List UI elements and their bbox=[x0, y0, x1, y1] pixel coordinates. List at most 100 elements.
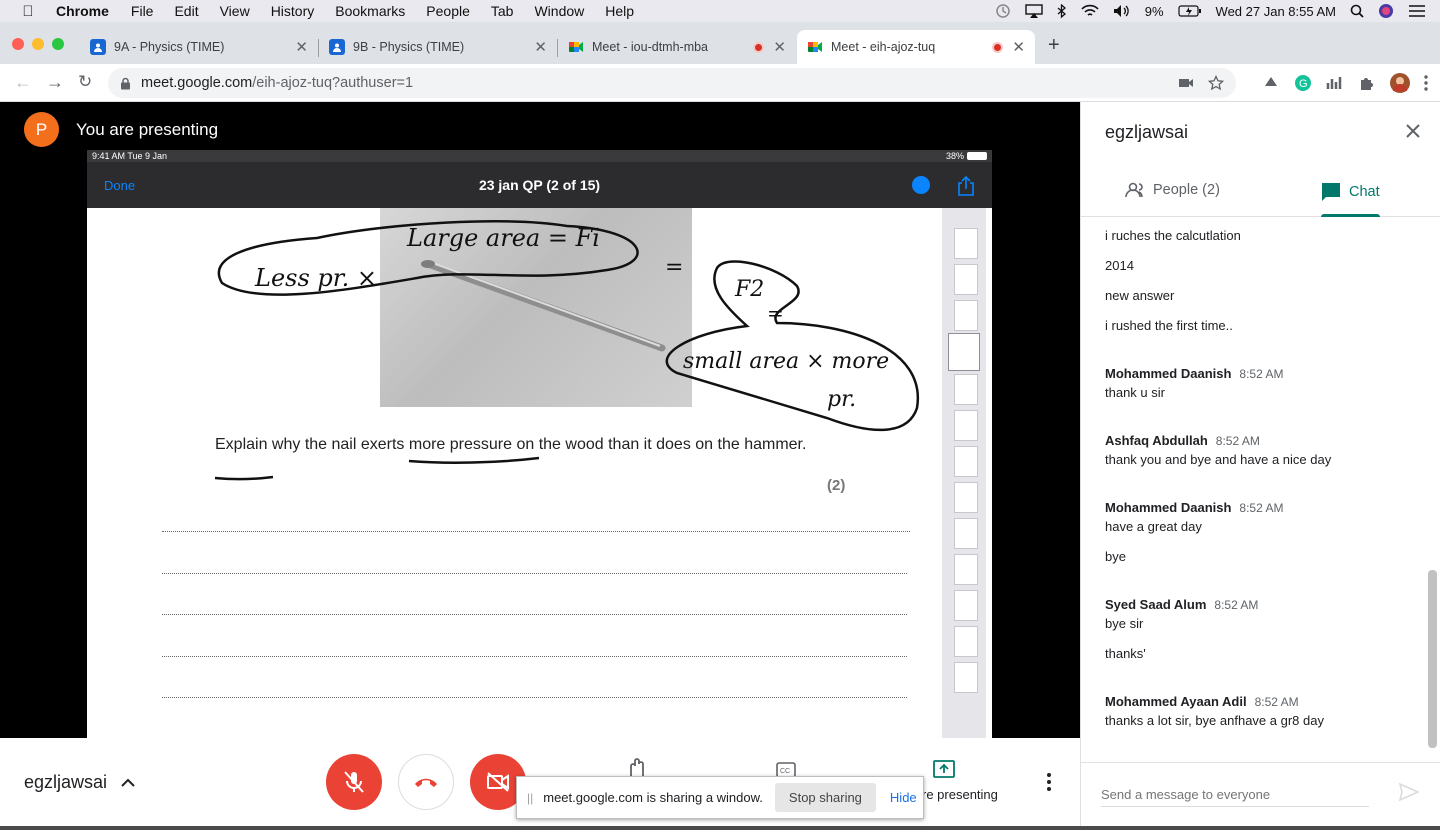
hang-up-icon bbox=[415, 778, 437, 787]
page-thumbnail[interactable] bbox=[954, 590, 978, 621]
tab-title: Meet - eih-ajoz-tuq bbox=[831, 40, 936, 54]
control-center-icon[interactable] bbox=[1408, 4, 1426, 18]
tab-people-label: People (2) bbox=[1153, 182, 1220, 198]
menu-file[interactable]: File bbox=[131, 3, 154, 19]
address-bar[interactable]: meet.google.com/eih-ajoz-tuq?authuser=1 bbox=[108, 68, 1236, 98]
leave-call-button[interactable] bbox=[398, 754, 454, 810]
close-panel-icon[interactable] bbox=[1406, 124, 1420, 138]
zoom-window-button[interactable] bbox=[52, 38, 64, 50]
menu-view[interactable]: View bbox=[220, 3, 250, 19]
svg-text:F2: F2 bbox=[734, 277, 764, 302]
spotlight-search-icon[interactable] bbox=[1350, 4, 1364, 18]
battery-percent: 9% bbox=[1144, 3, 1164, 19]
tab-chat[interactable]: Chat bbox=[1321, 182, 1380, 217]
page-thumbnails[interactable] bbox=[942, 208, 986, 740]
time-machine-icon[interactable] bbox=[995, 3, 1011, 19]
browser-tab-active[interactable]: Meet - eih-ajoz-tuq ✕ bbox=[797, 30, 1035, 64]
new-tab-button[interactable]: + bbox=[1048, 34, 1060, 57]
siri-icon[interactable] bbox=[1378, 3, 1394, 19]
chrome-menu-icon[interactable] bbox=[1424, 75, 1428, 91]
menu-people[interactable]: People bbox=[426, 3, 470, 19]
camera-in-use-icon[interactable] bbox=[1178, 77, 1194, 89]
panel-tabs: People (2) Chat bbox=[1081, 172, 1440, 217]
mic-off-button[interactable] bbox=[326, 754, 382, 810]
chat-sender: Mohammed Ayaan Adil bbox=[1105, 694, 1247, 709]
tab-chat-label: Chat bbox=[1349, 184, 1380, 200]
airplay-icon[interactable] bbox=[1025, 4, 1043, 18]
page-thumbnail[interactable] bbox=[954, 518, 978, 549]
grammarly-icon[interactable]: G bbox=[1294, 74, 1312, 92]
browser-tab[interactable]: Meet - iou-dtmh-mba ✕ bbox=[558, 30, 796, 64]
bookmark-star-icon[interactable] bbox=[1208, 75, 1224, 91]
menu-window[interactable]: Window bbox=[534, 3, 584, 19]
raise-hand-icon[interactable] bbox=[626, 758, 648, 778]
present-screen-icon[interactable] bbox=[933, 760, 955, 778]
menu-app-name[interactable]: Chrome bbox=[56, 3, 109, 19]
lock-icon[interactable] bbox=[120, 77, 131, 90]
send-icon[interactable] bbox=[1399, 783, 1419, 801]
svg-text:G: G bbox=[1299, 78, 1308, 90]
close-tab-icon[interactable]: ✕ bbox=[295, 38, 308, 56]
more-options-icon[interactable] bbox=[1047, 773, 1051, 791]
page-thumbnail[interactable] bbox=[954, 554, 978, 585]
page-thumbnail[interactable] bbox=[954, 264, 978, 295]
wifi-icon[interactable] bbox=[1081, 4, 1099, 18]
shared-screen: 9:41 AM Tue 9 Jan 38% Done 23 jan QP (2 … bbox=[87, 150, 992, 740]
menu-bookmarks[interactable]: Bookmarks bbox=[335, 3, 405, 19]
chat-message-input[interactable] bbox=[1101, 783, 1369, 807]
close-tab-icon[interactable]: ✕ bbox=[773, 38, 786, 56]
page-thumbnail-selected[interactable] bbox=[948, 333, 980, 371]
stop-sharing-button[interactable]: Stop sharing bbox=[774, 783, 876, 812]
ipad-done-button[interactable]: Done bbox=[104, 178, 135, 193]
chat-message: i ruches the calcutlation bbox=[1105, 228, 1241, 243]
page-thumbnail[interactable] bbox=[954, 300, 978, 331]
presenting-header: P You are presenting bbox=[24, 112, 218, 147]
sharing-message: meet.google.com is sharing a window. bbox=[543, 790, 763, 805]
chat-message: have a great day bbox=[1105, 519, 1202, 534]
chat-message: bye bbox=[1105, 549, 1126, 564]
page-thumbnail[interactable] bbox=[954, 482, 978, 513]
menubar-clock[interactable]: Wed 27 Jan 8:55 AM bbox=[1216, 4, 1336, 19]
tab-title: 9B - Physics (TIME) bbox=[353, 40, 465, 54]
drag-handle-icon[interactable]: || bbox=[527, 791, 533, 805]
profile-avatar-icon[interactable] bbox=[1390, 73, 1410, 93]
reload-icon[interactable]: ↻ bbox=[78, 72, 92, 92]
tab-people[interactable]: People (2) bbox=[1125, 182, 1220, 198]
close-tab-icon[interactable]: ✕ bbox=[1012, 38, 1025, 56]
meet-icon bbox=[807, 39, 823, 55]
chat-time: 8:52 AM bbox=[1239, 501, 1284, 515]
apple-menu-icon[interactable]:  bbox=[0, 3, 56, 20]
volume-icon[interactable] bbox=[1113, 4, 1131, 18]
browser-tab[interactable]: 9B - Physics (TIME) ✕ bbox=[319, 30, 557, 64]
back-arrow-icon[interactable]: ← bbox=[14, 72, 32, 93]
page-thumbnail[interactable] bbox=[954, 446, 978, 477]
meeting-details-toggle[interactable]: egzljawsai bbox=[24, 772, 135, 793]
menu-help[interactable]: Help bbox=[605, 3, 634, 19]
page-thumbnail[interactable] bbox=[954, 410, 978, 441]
macos-menubar:  Chrome File Edit View History Bookmark… bbox=[0, 0, 1440, 22]
page-thumbnail[interactable] bbox=[954, 228, 978, 259]
menu-history[interactable]: History bbox=[271, 3, 315, 19]
page-thumbnail[interactable] bbox=[954, 662, 978, 693]
analytics-extension-icon[interactable] bbox=[1326, 74, 1344, 92]
chat-scrollbar[interactable] bbox=[1428, 570, 1437, 748]
bluetooth-icon[interactable] bbox=[1057, 3, 1067, 19]
browser-tab[interactable]: 9A - Physics (TIME) ✕ bbox=[80, 30, 318, 64]
extensions-puzzle-icon[interactable] bbox=[1358, 74, 1376, 92]
menu-edit[interactable]: Edit bbox=[174, 3, 198, 19]
markup-icon[interactable] bbox=[912, 176, 930, 194]
answer-line bbox=[162, 697, 907, 698]
presenting-control-label[interactable]: re presenting bbox=[922, 787, 998, 802]
page-thumbnail[interactable] bbox=[954, 374, 978, 405]
close-tab-icon[interactable]: ✕ bbox=[534, 38, 547, 56]
page-thumbnail[interactable] bbox=[954, 626, 978, 657]
forward-arrow-icon[interactable]: → bbox=[46, 72, 64, 93]
close-window-button[interactable] bbox=[12, 38, 24, 50]
share-icon[interactable] bbox=[957, 176, 975, 196]
extension-icon[interactable] bbox=[1262, 74, 1280, 92]
battery-icon[interactable] bbox=[1177, 5, 1202, 17]
people-icon bbox=[1125, 182, 1143, 198]
minimize-window-button[interactable] bbox=[32, 38, 44, 50]
hide-infobar-link[interactable]: Hide bbox=[890, 790, 917, 805]
menu-tab[interactable]: Tab bbox=[491, 3, 514, 19]
